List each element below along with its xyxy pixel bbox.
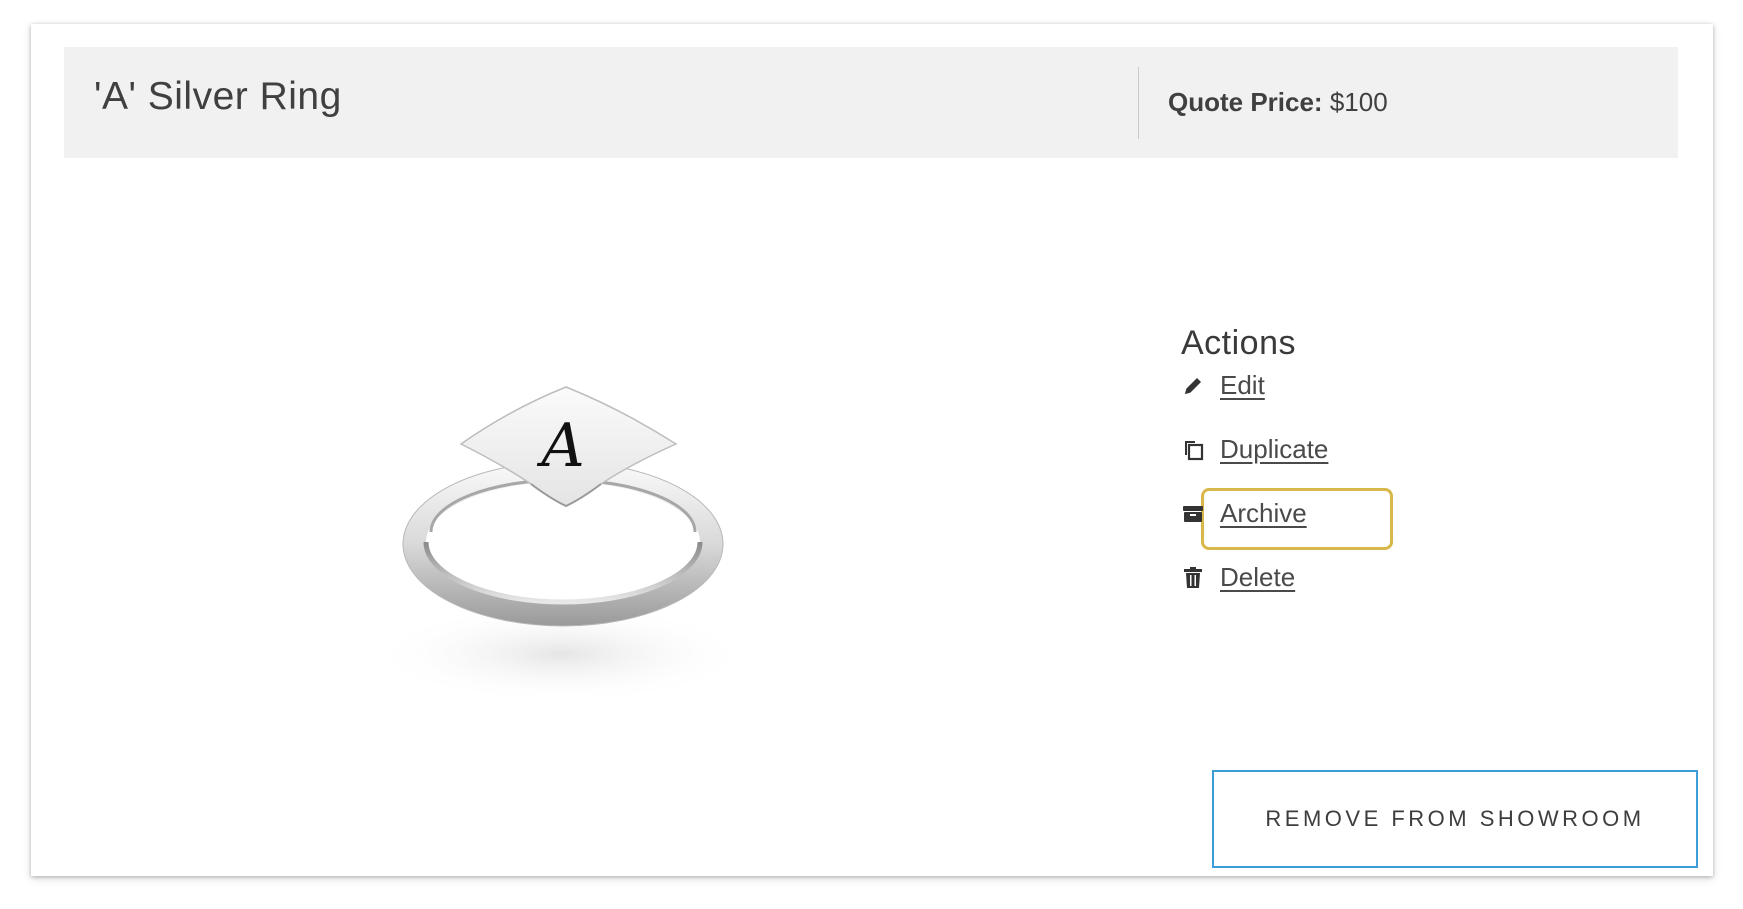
actions-heading: Actions [1181, 324, 1296, 362]
action-duplicate[interactable]: Duplicate [1181, 434, 1328, 465]
duplicate-icon [1181, 438, 1205, 462]
action-archive[interactable]: Archive [1181, 498, 1307, 529]
actions-panel: Actions [1181, 324, 1661, 363]
delete-link[interactable]: Delete [1220, 562, 1295, 593]
remove-from-showroom-button[interactable]: REMOVE FROM SHOWROOM [1212, 770, 1698, 868]
product-image: A [331, 354, 791, 754]
action-delete[interactable]: Delete [1181, 562, 1295, 593]
product-card: 'A' Silver Ring Quote Price: $100 A Acti… [31, 24, 1713, 876]
pencil-icon [1181, 374, 1205, 398]
edit-link[interactable]: Edit [1220, 370, 1265, 401]
ring-image: A [371, 386, 751, 704]
action-edit[interactable]: Edit [1181, 370, 1265, 401]
trash-icon [1181, 566, 1205, 590]
quote-price-value: $100 [1329, 87, 1388, 117]
quote-price-label: Quote Price: [1168, 87, 1323, 117]
product-header: 'A' Silver Ring Quote Price: $100 [64, 47, 1678, 158]
quote-price: Quote Price: $100 [1168, 87, 1388, 118]
ring-engraving: A [536, 411, 584, 481]
archive-icon [1181, 502, 1205, 526]
archive-link[interactable]: Archive [1220, 498, 1307, 529]
duplicate-link[interactable]: Duplicate [1220, 434, 1328, 465]
product-title: 'A' Silver Ring [94, 75, 342, 118]
header-divider [1138, 67, 1139, 139]
